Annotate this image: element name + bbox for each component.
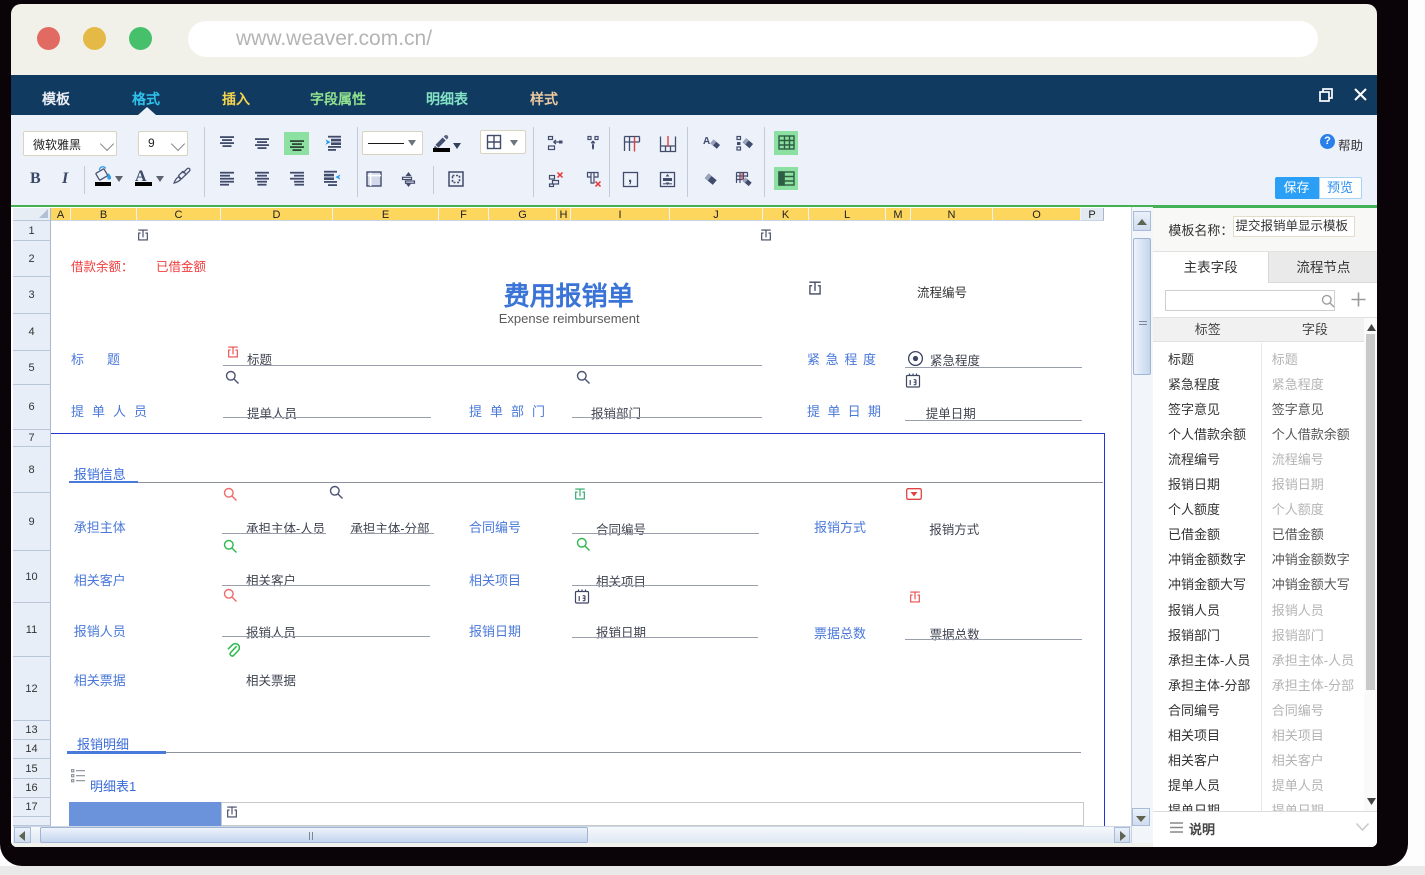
svg-text:A: A [703,136,710,147]
svg-text:,: , [628,171,632,186]
